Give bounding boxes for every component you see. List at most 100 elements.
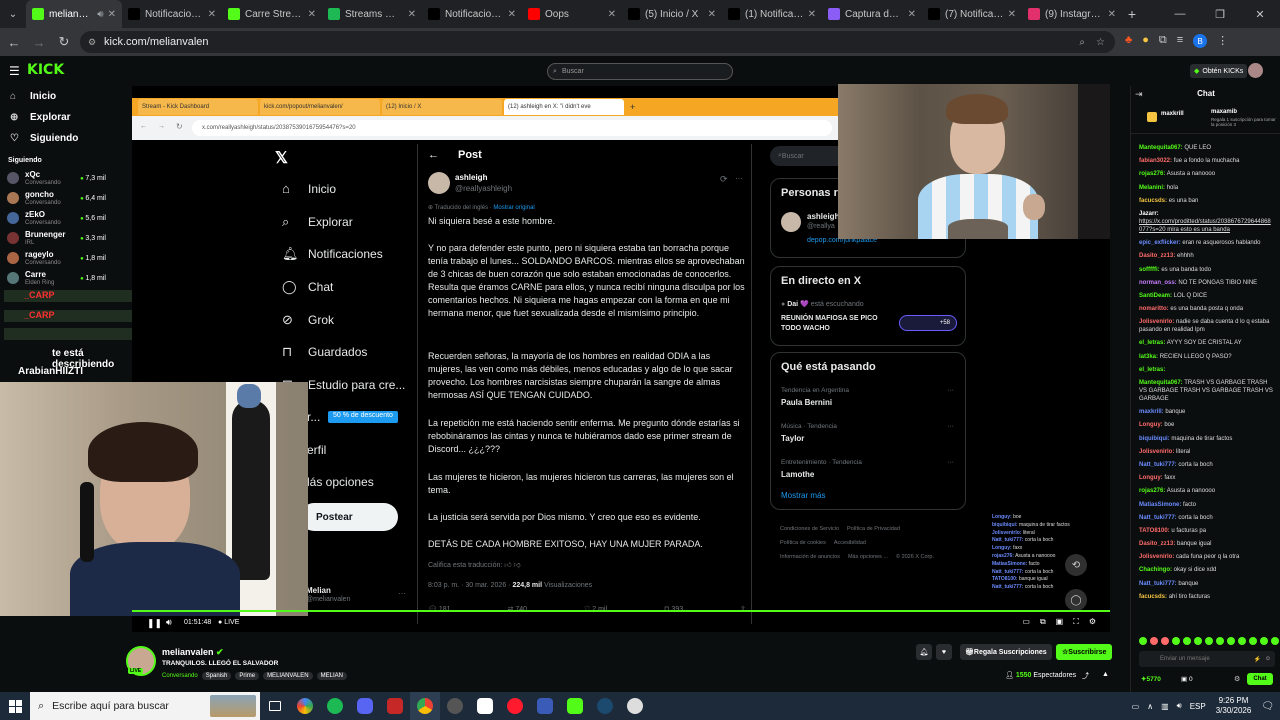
chat-username[interactable]: Dasito_zz13: [1139,253,1175,259]
theater-icon[interactable]: ▭ [1022,617,1030,627]
following-channel[interactable]: CarreElden Ring 1,8 mil [0,268,132,288]
stream-tag[interactable]: MELIANVALEN [263,672,313,680]
taskbar-search-input[interactable]: ⌕ Escribe aquí para buscar [30,692,260,720]
emote-icon[interactable] [1205,637,1213,645]
chat-username[interactable]: el_letras: [1139,367,1165,373]
taskbar-clock[interactable]: 9:26 PM 3/30/2026 [1216,696,1252,716]
send-chat-button[interactable]: Chat [1247,673,1273,685]
volume-icon[interactable]: 🔊︎ [166,617,172,628]
network-icon[interactable]: ▥ [1161,702,1169,711]
stream-tag[interactable]: Spanish [201,672,232,680]
obtain-kicks-button[interactable]: ◆ Obtén KICKs [1190,64,1248,78]
sidebar-item-siguiendo[interactable]: ♡ Siguiendo [0,128,132,149]
stream-tag[interactable]: MELIAN [316,672,347,680]
tab-close-icon[interactable]: ✕ [408,9,416,20]
chat-username[interactable]: Natt_tuki777: [1139,515,1177,521]
sidebar-item-explorar[interactable]: ⊕ Explorar [0,107,132,128]
task-view-icon[interactable] [260,692,290,720]
browser-tab[interactable]: Carre Stream - ✕ [222,0,322,28]
tab-close-icon[interactable]: ✕ [908,9,916,20]
browser-tab[interactable]: Notificaciones ✕ [122,0,222,28]
chat-username[interactable]: epic_exflicker: [1139,240,1181,246]
chrome-icon[interactable] [410,692,440,720]
chat-username[interactable]: SantiDeam: [1139,293,1172,299]
back-icon[interactable]: ← [3,31,25,53]
browser-tab[interactable]: (5) Inicio / X ✕ [622,0,722,28]
share-icon[interactable]: ⤴ [1082,671,1089,681]
chat-username[interactable]: Longuy: [1139,422,1163,428]
browser-tab[interactable]: (1) Notificacion ✕ [722,0,822,28]
chat-username[interactable]: facucsds: [1139,198,1167,204]
following-channel[interactable]: BrunengerIRL 3,3 mil [0,228,132,248]
tab-close-icon[interactable]: ✕ [108,9,116,20]
progress-bar[interactable] [132,610,1110,612]
chat-username[interactable]: el_letras: [1139,340,1165,346]
profile-avatar[interactable]: B [1193,34,1208,48]
windows-start-icon[interactable] [0,692,30,720]
steam-icon[interactable] [590,692,620,720]
follow-heart-icon[interactable]: ♥ [936,644,952,660]
tray-icon[interactable]: ▭ [1132,702,1140,711]
emote-icon[interactable] [1161,637,1169,645]
app-icon[interactable] [440,692,470,720]
chat-username[interactable]: rojas276: [1139,171,1165,177]
pip-icon[interactable]: ⧉ [1040,617,1046,627]
chat-username[interactable]: Natt_tuki777: [1139,462,1177,468]
kick-logo[interactable]: KICK [27,62,64,78]
app-icon[interactable] [620,692,650,720]
chat-username[interactable]: sofffffi: [1139,267,1160,273]
tab-search-icon[interactable]: ⌄ [0,0,26,28]
minimize-button[interactable]: — [1160,8,1200,20]
chat-username[interactable]: TATO8100: [1139,528,1170,534]
menu-dots-icon[interactable]: ⋮ [1217,34,1228,48]
bookmark-star-icon[interactable]: ☆ [1096,37,1105,48]
emote-icon[interactable] [1227,637,1235,645]
notify-bell-icon[interactable]: 🔔︎ [916,644,932,660]
chat-username[interactable]: MatiasSimone: [1139,502,1181,508]
following-channel[interactable]: zEkOConversando 5,6 mil [0,208,132,228]
tab-close-icon[interactable]: ✕ [208,9,216,20]
spotify-icon[interactable] [320,692,350,720]
forward-icon[interactable]: → [28,31,50,53]
tab-close-icon[interactable]: ✕ [1008,9,1016,20]
chat-username[interactable]: Natt_tuki777: [1139,581,1177,587]
browser-tab[interactable]: (7) Notificacion ✕ [922,0,1022,28]
user-avatar[interactable] [1248,63,1263,78]
pause-icon[interactable]: ❚❚ [147,618,162,629]
clip-icon[interactable]: ▣ [1056,617,1064,627]
emote-icon[interactable] [1139,637,1147,645]
discord-icon[interactable] [350,692,380,720]
chat-username[interactable]: Mantequita067: [1139,145,1183,151]
app-icon[interactable] [530,692,560,720]
tab-close-icon[interactable]: ✕ [1108,9,1116,20]
kick-app-icon[interactable] [560,692,590,720]
gift-subs-button[interactable]: 🎁︎ Regala Suscripciones [960,644,1052,660]
chat-emote-icon[interactable]: ⚡ [1254,656,1261,663]
tab-close-icon[interactable]: ✕ [608,9,616,20]
chat-username[interactable]: facucsds: [1139,594,1167,600]
reload-icon[interactable]: ↻ [53,31,75,53]
fullscreen-icon[interactable]: ⛶ [1073,617,1079,627]
subscribe-button[interactable]: ☆ Suscribirse [1056,644,1113,660]
chat-username[interactable]: rojas276: [1139,488,1165,494]
chat-input[interactable]: Enviar un mensaje ⚡ ☺ [1139,651,1275,667]
hamburger-menu-icon[interactable]: ☰ [9,64,20,78]
chat-username[interactable]: Longuy: [1139,475,1163,481]
restore-button[interactable]: ❐ [1200,8,1240,21]
emote-icon[interactable] [1271,637,1279,645]
tab-close-icon[interactable]: ✕ [508,9,516,20]
following-channel[interactable]: rageyloConversando 1,8 mil [0,248,132,268]
stream-tag[interactable]: Prime [235,672,260,680]
tab-close-icon[interactable]: ✕ [708,9,716,20]
extensions-puzzle-icon[interactable]: ⧉ [1159,34,1167,48]
emote-icon[interactable] [1260,637,1268,645]
notifications-icon[interactable]: 🗨︎ [1261,701,1274,712]
extension-icon[interactable]: ● [1142,34,1149,48]
chat-username[interactable]: Jolisvenirlo: [1139,449,1174,455]
zoom-icon[interactable]: ⌕ [1079,37,1085,48]
chat-username[interactable]: Mantequita067: [1139,380,1183,386]
language-indicator[interactable]: ESP [1190,702,1206,711]
close-window-button[interactable]: ✕ [1240,8,1280,21]
browser-tab[interactable]: Captura de pa ✕ [822,0,922,28]
report-icon[interactable]: ▲ [1102,671,1109,678]
